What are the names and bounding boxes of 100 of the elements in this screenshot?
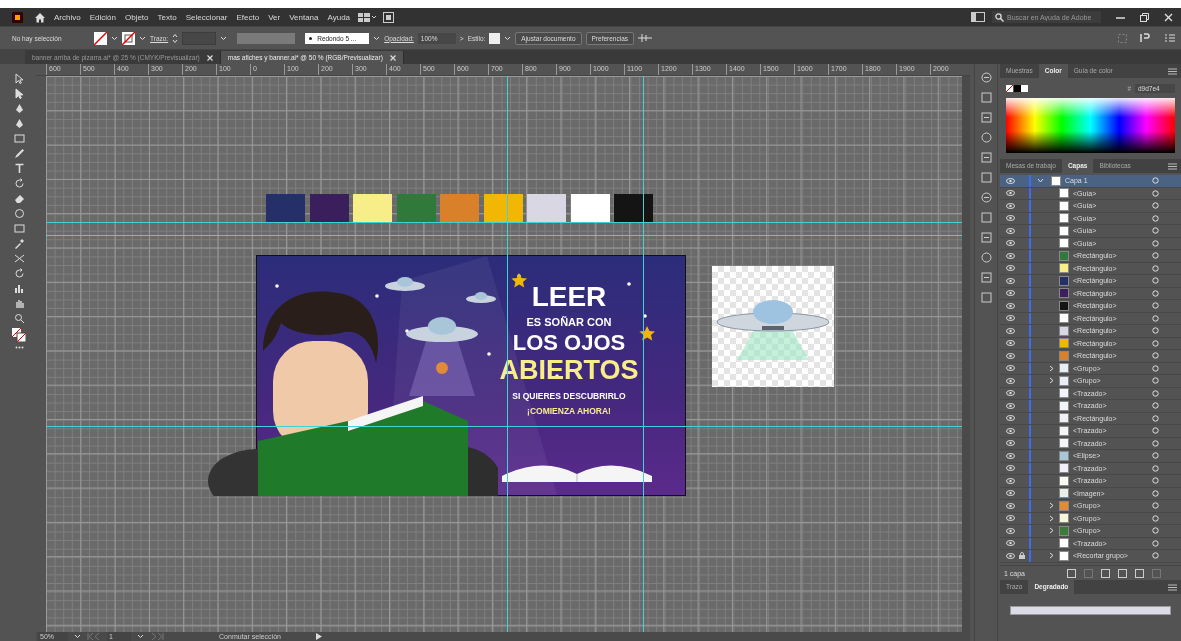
target-circle-icon[interactable] bbox=[1152, 377, 1159, 385]
target-circle-icon[interactable] bbox=[1152, 527, 1159, 535]
target-circle-icon[interactable] bbox=[1152, 302, 1159, 310]
eye-icon[interactable] bbox=[1006, 202, 1015, 209]
close-icon[interactable] bbox=[206, 54, 213, 61]
eye-icon[interactable] bbox=[1006, 240, 1015, 247]
app-logo-icon[interactable] bbox=[12, 11, 23, 23]
chevron-icon[interactable] bbox=[1048, 502, 1054, 510]
target-circle-icon[interactable] bbox=[1152, 439, 1159, 447]
eye-icon[interactable] bbox=[1006, 390, 1015, 397]
tool-icon[interactable] bbox=[13, 148, 25, 159]
eye-icon[interactable] bbox=[1006, 352, 1015, 359]
tool-icon[interactable] bbox=[13, 133, 25, 144]
eye-icon[interactable] bbox=[1006, 477, 1015, 484]
target-circle-icon[interactable] bbox=[1152, 427, 1159, 435]
eye-icon[interactable] bbox=[1006, 215, 1015, 222]
tool-icon[interactable] bbox=[13, 208, 25, 219]
target-circle-icon[interactable] bbox=[1152, 339, 1159, 347]
target-circle-icon[interactable] bbox=[1152, 539, 1159, 547]
chevron-icon[interactable] bbox=[1048, 364, 1054, 372]
align-icon[interactable] bbox=[638, 33, 653, 43]
eye-icon[interactable] bbox=[1006, 402, 1015, 409]
arrange-window-icon[interactable] bbox=[383, 11, 395, 23]
menu-item[interactable]: Ventana bbox=[288, 12, 320, 22]
tool-icon[interactable] bbox=[13, 223, 25, 234]
puppet-warp-icon[interactable] bbox=[1140, 33, 1152, 43]
target-circle-icon[interactable] bbox=[1152, 552, 1159, 560]
close-icon[interactable] bbox=[1164, 12, 1173, 22]
eye-icon[interactable] bbox=[1006, 190, 1015, 197]
tool-icon[interactable] bbox=[13, 298, 25, 309]
tool-icon[interactable] bbox=[13, 73, 25, 84]
play-icon[interactable] bbox=[316, 633, 322, 640]
menu-item[interactable]: Edición bbox=[88, 12, 117, 22]
target-circle-icon[interactable] bbox=[1152, 277, 1159, 285]
list-icon[interactable] bbox=[1165, 34, 1175, 42]
tool-icon[interactable] bbox=[13, 193, 25, 204]
eye-icon[interactable] bbox=[1006, 452, 1015, 459]
target-circle-icon[interactable] bbox=[1152, 202, 1159, 210]
target-circle-icon[interactable] bbox=[1152, 352, 1159, 360]
target-circle-icon[interactable] bbox=[1152, 177, 1159, 185]
stepper-icon[interactable] bbox=[172, 32, 179, 44]
menu-item[interactable]: Ayuda bbox=[326, 12, 352, 22]
eye-icon[interactable] bbox=[1006, 515, 1015, 522]
panel-icon[interactable] bbox=[980, 132, 992, 143]
target-circle-icon[interactable] bbox=[1152, 189, 1159, 197]
chevron-icon[interactable] bbox=[1037, 177, 1044, 185]
target-circle-icon[interactable] bbox=[1152, 214, 1159, 222]
dropdown-caret-icon[interactable] bbox=[137, 634, 144, 639]
tool-icon[interactable] bbox=[13, 313, 25, 324]
stroke-swatch-icon[interactable] bbox=[122, 31, 135, 45]
dropdown-caret-icon[interactable] bbox=[139, 35, 146, 41]
panel-icon[interactable] bbox=[980, 172, 992, 183]
tool-icon[interactable] bbox=[13, 268, 25, 279]
target-circle-icon[interactable] bbox=[1152, 464, 1159, 472]
eye-icon[interactable] bbox=[1006, 252, 1015, 259]
chevron-icon[interactable] bbox=[1048, 552, 1054, 560]
eye-icon[interactable] bbox=[1006, 277, 1015, 284]
close-icon[interactable] bbox=[389, 54, 396, 61]
dropdown-caret-icon[interactable] bbox=[74, 634, 81, 639]
fill-stroke-swatches-icon[interactable] bbox=[1006, 84, 1028, 92]
scrollbar[interactable] bbox=[962, 76, 970, 632]
target-circle-icon[interactable] bbox=[1152, 489, 1159, 497]
fill-stroke-swatches-icon[interactable] bbox=[12, 328, 26, 342]
target-circle-icon[interactable] bbox=[1152, 514, 1159, 522]
menu-item[interactable]: Efecto bbox=[235, 12, 261, 22]
target-circle-icon[interactable] bbox=[1152, 389, 1159, 397]
eye-icon[interactable] bbox=[1006, 327, 1015, 334]
tool-icon[interactable] bbox=[13, 103, 25, 114]
eye-icon[interactable] bbox=[1006, 365, 1015, 372]
eye-icon[interactable] bbox=[1006, 227, 1015, 234]
menu-item[interactable]: Ver bbox=[267, 12, 282, 22]
eye-icon[interactable] bbox=[1006, 490, 1015, 497]
target-circle-icon[interactable] bbox=[1152, 227, 1159, 235]
panel-icon[interactable] bbox=[980, 112, 992, 123]
menu-icon[interactable] bbox=[1168, 67, 1177, 75]
target-circle-icon[interactable] bbox=[1152, 327, 1159, 335]
eye-icon[interactable] bbox=[1006, 315, 1015, 322]
dropdown-caret-icon[interactable] bbox=[111, 35, 118, 41]
menu-item[interactable]: Archivo bbox=[53, 12, 82, 22]
target-circle-icon[interactable] bbox=[1152, 252, 1159, 260]
panel-icon[interactable] bbox=[980, 152, 992, 163]
chevron-icon[interactable] bbox=[1048, 514, 1054, 522]
panel-icon[interactable] bbox=[980, 232, 992, 243]
tool-icon[interactable] bbox=[13, 88, 25, 99]
tool-icon[interactable] bbox=[13, 118, 25, 129]
home-icon[interactable] bbox=[34, 11, 46, 23]
target-circle-icon[interactable] bbox=[1152, 314, 1159, 322]
menu-icon[interactable] bbox=[1168, 583, 1177, 591]
menu-item[interactable]: Texto bbox=[156, 12, 178, 22]
panel-icon[interactable] bbox=[980, 92, 992, 103]
target-circle-icon[interactable] bbox=[1152, 289, 1159, 297]
eye-icon[interactable] bbox=[1006, 465, 1015, 472]
eye-icon[interactable] bbox=[1006, 302, 1015, 309]
target-circle-icon[interactable] bbox=[1152, 477, 1159, 485]
tool-icon[interactable] bbox=[13, 283, 25, 294]
target-circle-icon[interactable] bbox=[1152, 264, 1159, 272]
fill-swatch-icon[interactable] bbox=[94, 31, 107, 45]
target-circle-icon[interactable] bbox=[1152, 502, 1159, 510]
variable-width-field[interactable] bbox=[237, 32, 296, 44]
panel-icon[interactable] bbox=[980, 72, 992, 83]
